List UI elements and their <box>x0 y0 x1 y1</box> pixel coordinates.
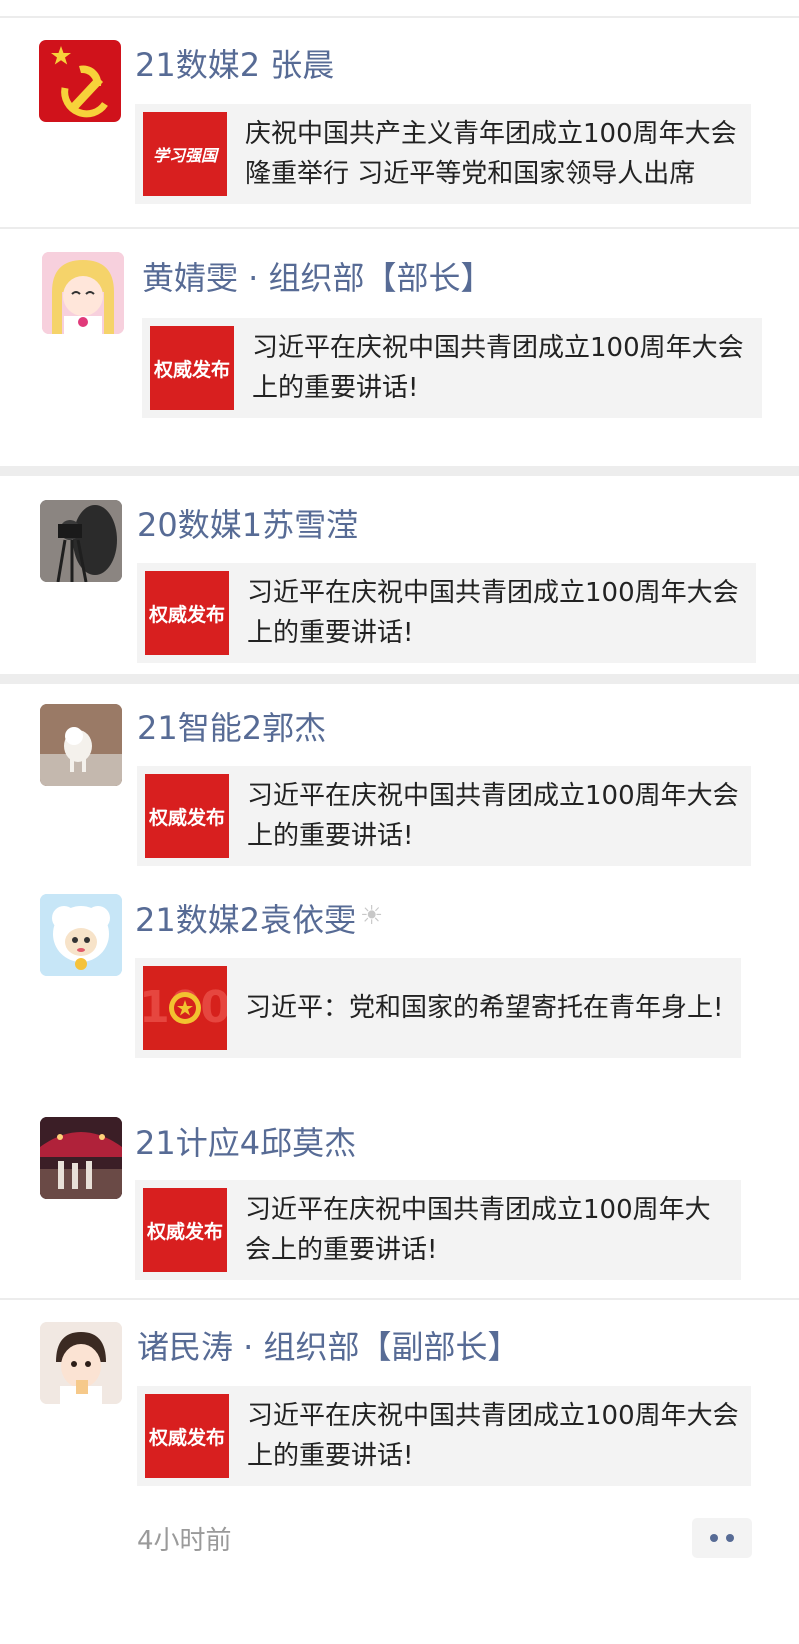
post-author[interactable]: 21数媒2 张晨 <box>135 45 334 85</box>
divider <box>0 227 799 229</box>
link-thumbnail: 权威发布 <box>150 326 234 410</box>
link-thumbnail: 学习强国 <box>143 112 227 196</box>
link-title: 习近平在庆祝中国共青团成立100周年大会上的重要讲话! <box>247 1401 739 1471</box>
link-thumbnail: 权威发布 <box>145 1394 229 1478</box>
thumb-label: 权威发布 <box>146 1220 223 1243</box>
shared-link-card[interactable]: 学习强国 庆祝中国共产主义青年团成立100周年大会隆重举行 习近平等党和国家领导… <box>135 104 751 204</box>
post-author[interactable]: 21计应4邱莫杰 <box>135 1123 356 1163</box>
post-time: 4小时前 <box>137 1526 232 1556</box>
link-thumbnail: 100 <box>143 966 227 1050</box>
link-title: 庆祝中国共产主义青年团成立100周年大会隆重举行 习近平等党和国家领导人出席 <box>245 119 737 189</box>
more-actions-button[interactable] <box>692 1518 752 1558</box>
dot-icon <box>710 1534 718 1542</box>
avatar[interactable] <box>42 252 124 334</box>
dot-icon <box>726 1534 734 1542</box>
avatar[interactable] <box>40 500 122 582</box>
post-author[interactable]: 20数媒1苏雪滢 <box>137 505 358 545</box>
thumb-label: 权威发布 <box>148 1426 225 1449</box>
link-title: 习近平在庆祝中国共青团成立100周年大会上的重要讲话! <box>247 781 739 851</box>
post-author[interactable]: 21数媒2袁依雯 <box>135 900 356 940</box>
divider <box>0 16 799 18</box>
post-author[interactable]: 黄婧雯 · 组织部【部长】 <box>142 258 493 298</box>
shared-link-card[interactable]: 100 习近平：党和国家的希望寄托在青年身上! <box>135 958 741 1058</box>
link-title: 习近平在庆祝中国共青团成立100周年大会上的重要讲话! <box>245 1195 711 1265</box>
link-title: 习近平：党和国家的希望寄托在青年身上! <box>245 993 724 1023</box>
shared-link-card[interactable]: 权威发布 习近平在庆祝中国共青团成立100周年大会上的重要讲话! <box>137 563 756 663</box>
divider <box>0 466 799 476</box>
shared-link-card[interactable]: 权威发布 习近平在庆祝中国共青团成立100周年大会上的重要讲话! <box>137 766 751 866</box>
thumb-label: 权威发布 <box>148 603 225 626</box>
link-title: 习近平在庆祝中国共青团成立100周年大会上的重要讲话! <box>252 333 744 403</box>
thumb-label: 学习强国 <box>152 146 217 165</box>
shared-link-card[interactable]: 权威发布 习近平在庆祝中国共青团成立100周年大会上的重要讲话! <box>142 318 762 418</box>
post-author[interactable]: 21智能2郭杰 <box>137 708 326 748</box>
post-author[interactable]: 诸民涛 · 组织部【副部长】 <box>137 1327 520 1367</box>
divider <box>0 1298 799 1300</box>
avatar[interactable] <box>40 894 122 976</box>
divider <box>0 674 799 684</box>
link-thumbnail: 权威发布 <box>145 774 229 858</box>
avatar[interactable] <box>39 40 121 122</box>
thumb-label: 权威发布 <box>153 358 230 381</box>
shared-link-card[interactable]: 权威发布 习近平在庆祝中国共青团成立100周年大会上的重要讲话! <box>135 1180 741 1280</box>
sun-icon: ☀ <box>360 901 384 931</box>
link-title: 习近平在庆祝中国共青团成立100周年大会上的重要讲话! <box>247 578 739 648</box>
avatar[interactable] <box>40 704 122 786</box>
youth-league-emblem-icon: 100 <box>143 966 227 1050</box>
link-thumbnail: 权威发布 <box>143 1188 227 1272</box>
link-thumbnail: 权威发布 <box>145 571 229 655</box>
avatar[interactable] <box>40 1322 122 1404</box>
thumb-label: 权威发布 <box>148 806 225 829</box>
avatar[interactable] <box>40 1117 122 1199</box>
shared-link-card[interactable]: 权威发布 习近平在庆祝中国共青团成立100周年大会上的重要讲话! <box>137 1386 751 1486</box>
